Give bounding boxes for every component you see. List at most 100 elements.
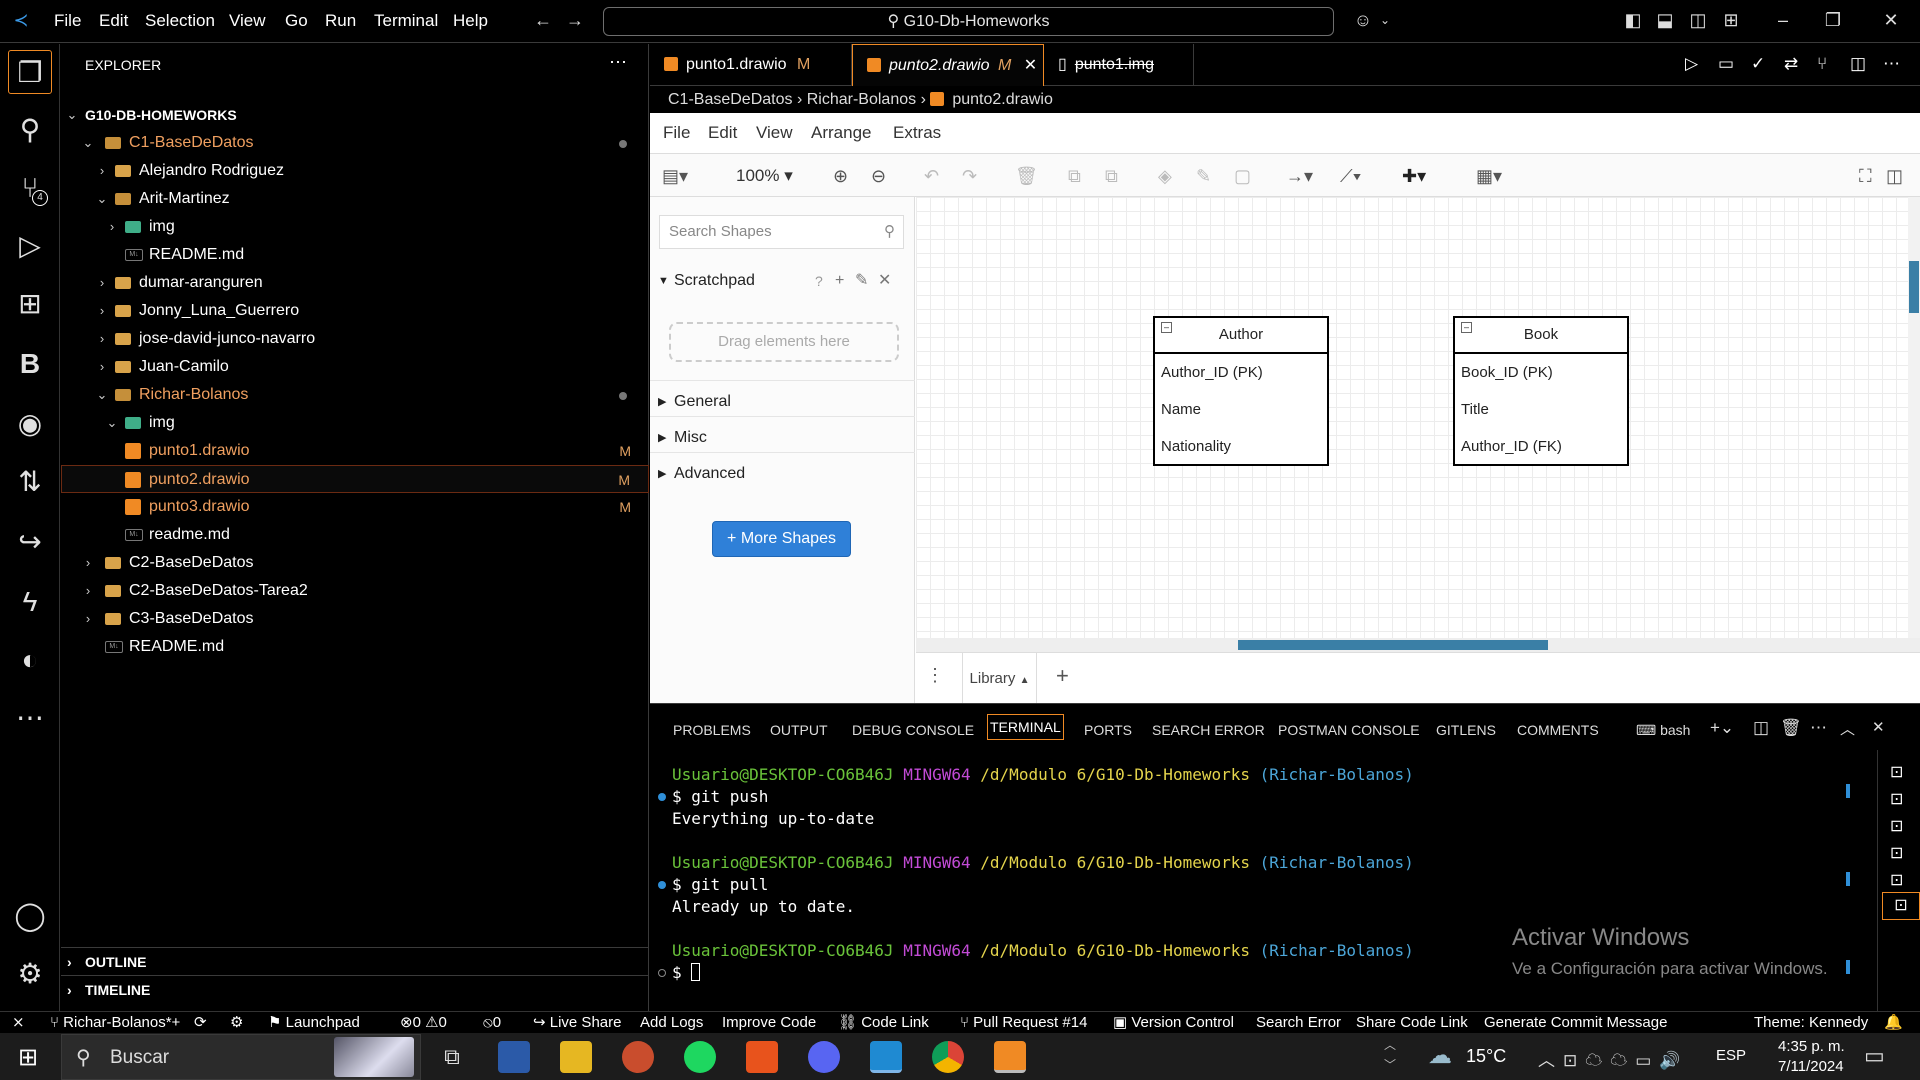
vertical-scrollbar[interactable] [1908, 197, 1920, 638]
help-icon[interactable]: ? [815, 260, 823, 302]
timeline-section[interactable]: › TIMELINE [61, 975, 649, 1003]
word-icon[interactable] [498, 1041, 530, 1073]
more-icon[interactable]: ⋯ [8, 696, 52, 740]
zoom-in-icon[interactable]: ⊕ [833, 166, 848, 187]
split-terminal-icon[interactable]: ◫ [1753, 718, 1769, 738]
vscode-icon[interactable] [870, 1041, 902, 1073]
gitlens-icon[interactable]: ⚙ [230, 1013, 243, 1033]
to-back-icon[interactable]: ⧉ [1105, 166, 1118, 187]
drawio-icon[interactable] [994, 1041, 1026, 1073]
tree-folder[interactable]: › Jonny_Luna_Guerrero [61, 297, 649, 325]
drawio-menu-file[interactable]: File [663, 123, 690, 143]
collapse-icon[interactable]: – [1161, 322, 1172, 333]
tab-gitlens[interactable]: GITLENS [1436, 722, 1496, 738]
clock-time[interactable]: 4:35 p. m. [1778, 1038, 1845, 1055]
discord-icon[interactable] [808, 1041, 840, 1073]
improve-code-item[interactable]: Improve Code [722, 1013, 816, 1033]
toggle-primary-sidebar-icon[interactable]: ◧ [1622, 9, 1644, 31]
tree-file[interactable]: M↓ README.md [61, 241, 649, 269]
terminal-shell-selector[interactable]: ⌨ bash [1636, 722, 1690, 739]
check-icon[interactable]: ✓ [1751, 54, 1765, 74]
more-actions-icon[interactable]: ⋯ [1810, 718, 1827, 738]
table-icon[interactable]: ▦▾ [1476, 166, 1502, 187]
terminal-icon[interactable]: ⊡ [1890, 843, 1903, 863]
tree-folder[interactable]: ⌄ Richar-Bolanos [61, 381, 649, 409]
entity-field[interactable]: Title [1455, 391, 1627, 428]
git-compare-icon[interactable]: ⑂ [1817, 54, 1827, 74]
entity-field[interactable]: Author_ID (FK) [1455, 428, 1627, 465]
tree-folder[interactable]: › C2-BaseDeDatos [61, 549, 649, 577]
close-panel-icon[interactable]: ✕ [1872, 718, 1885, 736]
problems-indicator[interactable]: ⊗0 ⚠0 [400, 1013, 447, 1033]
notifications-icon[interactable]: 🔔 [1884, 1013, 1903, 1033]
run-icon[interactable]: ▷ [1685, 54, 1698, 74]
youtube-downloader-icon[interactable] [746, 1041, 778, 1073]
thunder-client-icon[interactable]: ϟ [8, 580, 52, 624]
comment-icon[interactable]: ▭ [1718, 54, 1734, 74]
language-indicator[interactable]: ESP [1716, 1047, 1746, 1064]
explorer-icon[interactable]: ❐ [8, 50, 52, 94]
collapse-icon[interactable]: – [1461, 322, 1472, 333]
format-panel-icon[interactable]: ▤▾ [662, 166, 688, 187]
close-icon[interactable]: ✕ [1880, 9, 1902, 31]
temperature[interactable]: 15°C [1466, 1046, 1506, 1067]
more-actions-icon[interactable]: ⋯ [1883, 54, 1900, 74]
terminal-icon[interactable]: ⊡ [1890, 870, 1903, 890]
gear-icon[interactable]: ⚙ [8, 952, 52, 996]
pull-request-item[interactable]: ⑂ Pull Request #14 [960, 1013, 1087, 1033]
delete-icon[interactable]: 🗑 [1015, 166, 1038, 187]
tree-folder[interactable]: › dumar-aranguren [61, 269, 649, 297]
entity-field[interactable]: Book_ID (PK) [1455, 354, 1627, 391]
search-icon[interactable]: ⚲ [8, 108, 52, 152]
toggle-panel-icon[interactable]: ⬓ [1654, 9, 1676, 31]
waypoints-icon[interactable]: ⟋▾ [1340, 166, 1361, 187]
tree-file[interactable]: punto1.drawio M [61, 437, 649, 465]
insert-icon[interactable]: ✚▾ [1402, 166, 1426, 187]
diagram-canvas[interactable]: – Author Author_ID (PK) Name Nationality … [916, 197, 1908, 638]
connection-icon[interactable]: →▾ [1286, 166, 1313, 187]
tree-folder[interactable]: › C2-BaseDeDatos-Tarea2 [61, 577, 649, 605]
windows-start-icon[interactable]: ⊞ [18, 1043, 38, 1072]
menu-go[interactable]: Go [285, 11, 308, 31]
tray-icons[interactable]: ︿⊡☁☁▭🔊 [1538, 1046, 1688, 1071]
to-front-icon[interactable]: ⧉ [1068, 166, 1081, 187]
account-icon[interactable]: ◯ [8, 894, 52, 938]
customize-layout-icon[interactable]: ⊞ [1720, 9, 1742, 31]
tab-search-error[interactable]: SEARCH ERROR [1152, 722, 1265, 738]
page-tab-library[interactable]: Library ▲ [962, 653, 1037, 704]
close-icon[interactable]: ✕ [1024, 57, 1037, 74]
tab-ports[interactable]: PORTS [1084, 722, 1132, 738]
section-advanced[interactable]: ▶ Advanced [650, 452, 915, 494]
line-color-icon[interactable]: ✎ [1196, 166, 1211, 187]
tree-folder[interactable]: › jose-david-junco-navarro [61, 325, 649, 353]
source-control-icon[interactable]: ⑂ 4 [8, 166, 52, 210]
entity-author[interactable]: – Author Author_ID (PK) Name Nationality [1153, 316, 1329, 466]
tree-file[interactable]: M↓ readme.md [61, 521, 649, 549]
terminal-scrollbar[interactable] [1846, 750, 1852, 1012]
tab-punto2-drawio[interactable]: punto2.drawio M ✕ [852, 44, 1044, 86]
drawio-menu-edit[interactable]: Edit [708, 123, 737, 143]
tree-folder[interactable]: › C3-BaseDeDatos [61, 605, 649, 633]
search-shapes-input[interactable]: Search Shapes ⚲ [659, 215, 904, 249]
scroll-thumb[interactable] [1238, 640, 1548, 650]
taskbar-search[interactable]: ⚲ Buscar [61, 1034, 421, 1080]
pull-requests-icon[interactable]: ⇅ [8, 460, 52, 504]
fill-color-icon[interactable]: ◈ [1158, 166, 1172, 187]
add-page-icon[interactable]: + [1056, 663, 1069, 689]
code-link-item[interactable]: ⛓ Code Link [838, 1013, 929, 1033]
restore-icon[interactable]: ❐ [1822, 9, 1844, 31]
pages-menu-icon[interactable]: ⋮ [926, 665, 944, 686]
tab-debug-console[interactable]: DEBUG CONSOLE [852, 722, 974, 738]
postman-icon[interactable]: ◐ [8, 638, 52, 682]
menu-file[interactable]: File [54, 11, 81, 31]
bootstrap-icon[interactable]: B [8, 342, 52, 386]
add-icon[interactable]: + [835, 260, 844, 302]
extensions-icon[interactable]: ⊞ [8, 282, 52, 326]
shadow-icon[interactable]: ▢ [1234, 166, 1251, 187]
scratchpad-dropzone[interactable]: Drag elements here [669, 322, 899, 362]
powerpoint-icon[interactable] [622, 1041, 654, 1073]
tab-punto1-img[interactable]: ▯ punto1.img [1044, 44, 1194, 86]
menu-edit[interactable]: Edit [99, 11, 128, 31]
tree-file[interactable]: M↓ README.md [61, 633, 649, 661]
close-icon[interactable]: ✕ [878, 260, 891, 302]
